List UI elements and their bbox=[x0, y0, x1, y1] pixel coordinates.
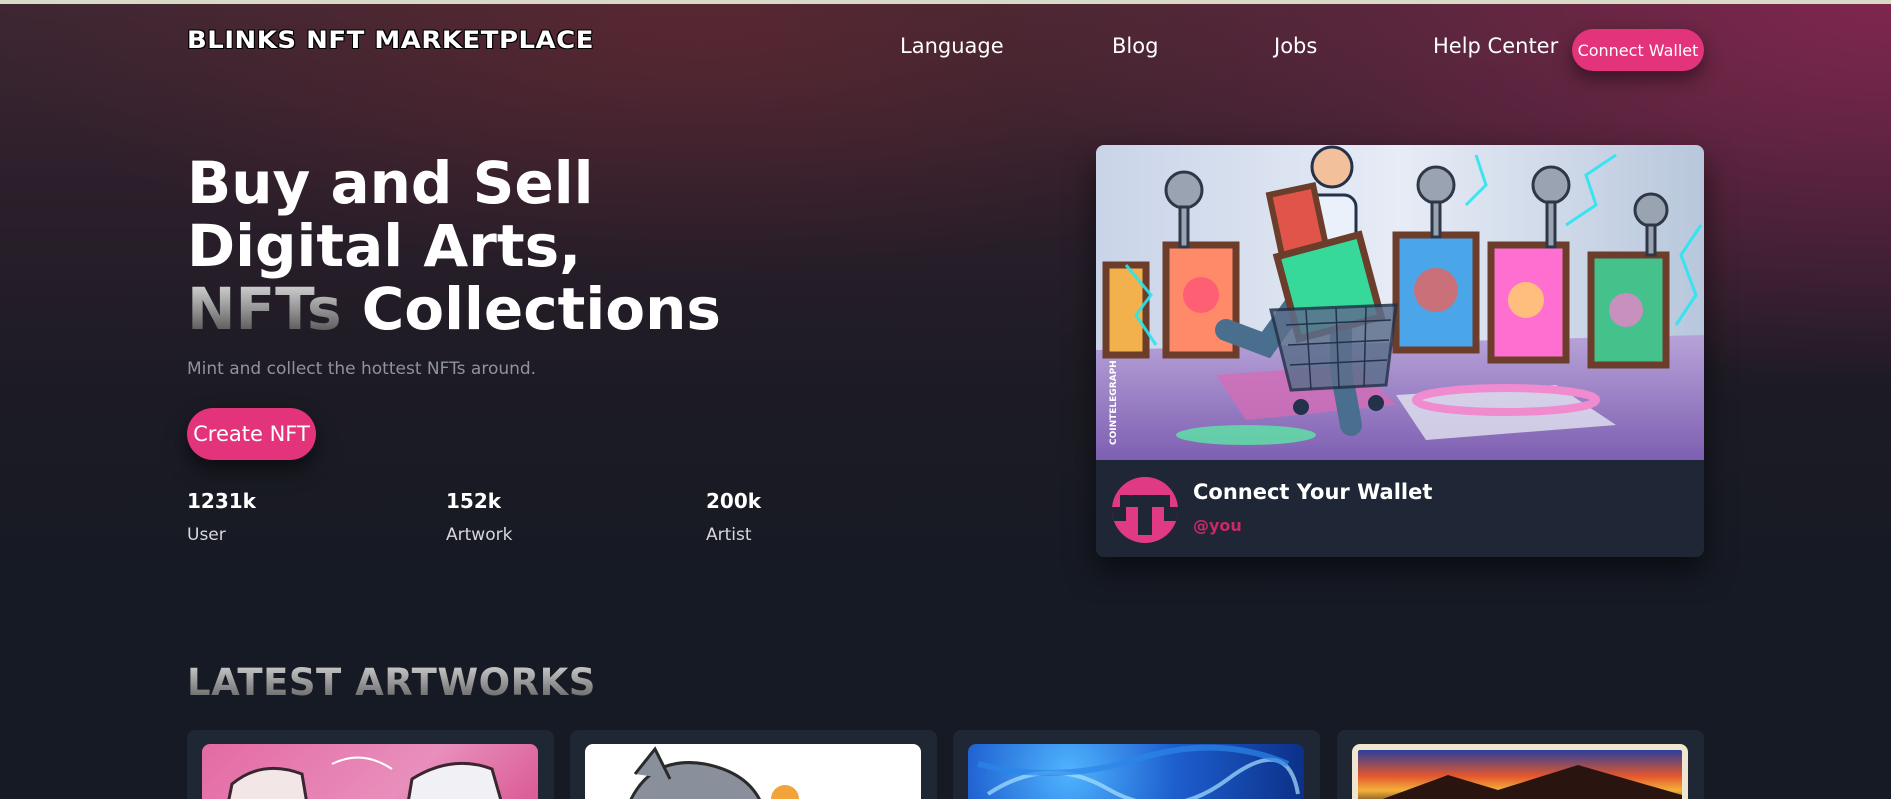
artwork-card[interactable] bbox=[187, 730, 554, 799]
artwork-card[interactable] bbox=[570, 730, 937, 799]
t-logo-icon bbox=[1112, 477, 1178, 543]
headline-line-2: Digital Arts, bbox=[187, 212, 582, 280]
stat-value: 200k bbox=[706, 489, 762, 513]
hero-subtitle: Mint and collect the hottest NFTs around… bbox=[187, 359, 537, 379]
stat-users: 1231k User bbox=[187, 489, 256, 545]
nav-jobs[interactable]: Jobs bbox=[1274, 34, 1317, 58]
create-nft-button[interactable]: Create NFT bbox=[187, 408, 316, 460]
nav-blog[interactable]: Blog bbox=[1112, 34, 1158, 58]
nav-help-center[interactable]: Help Center bbox=[1433, 34, 1558, 58]
sneakers-art bbox=[202, 744, 538, 799]
cartoon-cat-art bbox=[585, 744, 921, 799]
hero-section: BLINKS NFT MARKETPLACE Language Blog Job… bbox=[0, 4, 1891, 604]
stat-value: 1231k bbox=[187, 489, 256, 513]
hero-headline: Buy and Sell Digital Arts, NFTs Collecti… bbox=[187, 152, 721, 341]
stat-label: Artwork bbox=[446, 525, 513, 545]
site-logo[interactable]: BLINKS NFT MARKETPLACE bbox=[187, 26, 594, 54]
artwork-card[interactable] bbox=[953, 730, 1320, 799]
headline-nfts-word: NFTs bbox=[187, 275, 342, 343]
card-title: Connect Your Wallet bbox=[1193, 480, 1433, 504]
nft-shopping-illustration: COINTELEGRAPH bbox=[1096, 145, 1704, 460]
stat-artworks: 152k Artwork bbox=[446, 489, 512, 545]
nav-language[interactable]: Language bbox=[900, 34, 1004, 58]
stat-label: User bbox=[187, 525, 226, 545]
headline-line-1: Buy and Sell bbox=[187, 149, 594, 217]
artwork-card[interactable] bbox=[1337, 730, 1704, 799]
latest-artworks-title: LATEST ARTWORKS bbox=[187, 661, 596, 704]
sunset-painting-art bbox=[1352, 744, 1688, 799]
watermark-text: COINTELEGRAPH bbox=[1109, 360, 1119, 445]
stat-value: 152k bbox=[446, 489, 502, 513]
connect-wallet-button[interactable]: Connect Wallet bbox=[1572, 29, 1704, 71]
stat-label: Artist bbox=[706, 525, 752, 545]
headline-collections: Collections bbox=[341, 275, 721, 343]
featured-nft-card[interactable]: COINTELEGRAPH Connect Your Wallet @you bbox=[1096, 145, 1704, 557]
blue-abstract-art bbox=[968, 744, 1304, 799]
card-handle[interactable]: @you bbox=[1193, 516, 1242, 535]
stat-artists: 200k Artist bbox=[706, 489, 761, 545]
